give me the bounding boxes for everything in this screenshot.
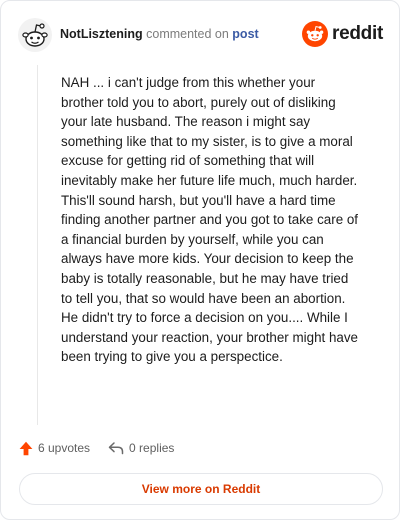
replies-count: 0 replies	[129, 441, 175, 455]
comment-byline: NotLisztening commented on post	[60, 27, 259, 41]
username-link[interactable]: NotLisztening	[60, 27, 143, 41]
view-more-button[interactable]: View more on Reddit	[19, 473, 383, 505]
upvote-arrow-icon	[19, 441, 33, 455]
replies-stat[interactable]: 0 replies	[108, 441, 174, 455]
upvotes-count: 6 upvotes	[38, 441, 91, 455]
comment-body: NAH ... i can't judge from this whether …	[61, 75, 359, 365]
reddit-snoo-icon	[302, 21, 329, 47]
avatar-icon[interactable]	[17, 17, 53, 53]
thread-line	[37, 65, 38, 425]
embedded-comment-card: NotLisztening commented on post reddit N…	[0, 0, 400, 520]
upvotes-stat[interactable]: 6 upvotes	[19, 441, 90, 456]
comment-header: NotLisztening commented on post reddit	[15, 15, 385, 55]
byline-action: commented on	[146, 27, 229, 41]
comment-footer: 6 upvotes 0 replies	[19, 437, 174, 459]
reply-arrow-icon	[108, 442, 124, 455]
reddit-wordmark: reddit	[332, 23, 383, 44]
post-link[interactable]: post	[232, 27, 258, 41]
reddit-logo[interactable]: reddit	[302, 21, 383, 47]
